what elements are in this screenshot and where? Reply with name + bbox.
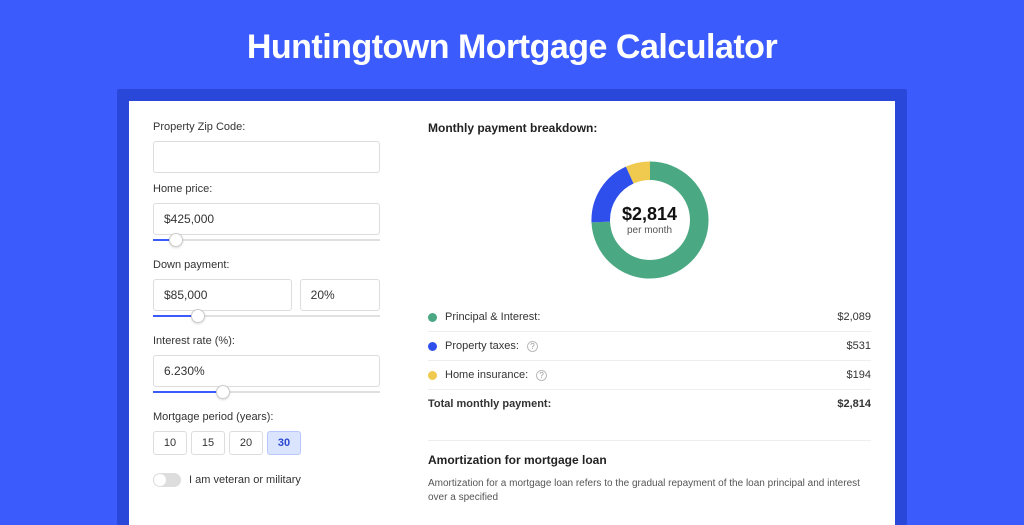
slider-thumb[interactable] [191,309,205,323]
legend-row-total: Total monthly payment: $2,814 [428,390,871,418]
price-input[interactable] [153,203,380,235]
dot-icon [428,313,437,322]
info-icon[interactable]: ? [536,370,547,381]
donut-chart: $2,814 per month [428,149,871,303]
amortization-section: Amortization for mortgage loan Amortizat… [428,440,871,505]
zip-group: Property Zip Code: [153,121,380,173]
period-btn-15[interactable]: 15 [191,431,225,455]
legend-label: Principal & Interest: [445,311,540,323]
zip-input[interactable] [153,141,380,173]
legend-row-insurance: Home insurance: ? $194 [428,361,871,390]
page-header: Huntingtown Mortgage Calculator [0,0,1024,89]
toggle-knob [154,474,166,486]
donut-amount: $2,814 [622,204,677,225]
legend-label: Home insurance: [445,369,528,381]
total-label: Total monthly payment: [428,398,551,410]
veteran-toggle[interactable] [153,473,181,487]
rate-group: Interest rate (%): [153,335,380,401]
breakdown-panel: Monthly payment breakdown: $2,814 per mo… [404,101,895,525]
period-btn-30[interactable]: 30 [267,431,301,455]
card-wrapper: Property Zip Code: Home price: Down paym… [117,89,907,525]
legend-amount: $194 [847,369,871,381]
breakdown-title: Monthly payment breakdown: [428,121,871,135]
legend-row-taxes: Property taxes: ? $531 [428,332,871,361]
slider-thumb[interactable] [169,233,183,247]
veteran-row: I am veteran or military [153,473,380,487]
legend-amount: $531 [847,340,871,352]
price-label: Home price: [153,183,380,195]
info-icon[interactable]: ? [527,341,538,352]
calculator-card: Property Zip Code: Home price: Down paym… [129,101,895,525]
rate-slider[interactable] [153,385,380,401]
legend-label: Property taxes: [445,340,519,352]
down-slider[interactable] [153,309,380,325]
page-title: Huntingtown Mortgage Calculator [0,28,1024,67]
donut-center: $2,814 per month [585,155,715,285]
inputs-panel: Property Zip Code: Home price: Down paym… [129,101,404,525]
down-label: Down payment: [153,259,380,271]
dot-icon [428,342,437,351]
down-input[interactable] [153,279,292,311]
amort-title: Amortization for mortgage loan [428,453,871,467]
price-group: Home price: [153,183,380,249]
period-label: Mortgage period (years): [153,411,380,423]
period-btn-10[interactable]: 10 [153,431,187,455]
dot-icon [428,371,437,380]
price-slider[interactable] [153,233,380,249]
slider-thumb[interactable] [216,385,230,399]
rate-label: Interest rate (%): [153,335,380,347]
zip-label: Property Zip Code: [153,121,380,133]
veteran-label: I am veteran or military [189,474,301,486]
total-amount: $2,814 [837,398,871,410]
down-pct-input[interactable] [300,279,380,311]
legend-row-pi: Principal & Interest: $2,089 [428,303,871,332]
amort-text: Amortization for a mortgage loan refers … [428,477,871,505]
period-buttons: 10 15 20 30 [153,431,380,455]
period-group: Mortgage period (years): 10 15 20 30 [153,411,380,455]
donut-sub: per month [627,225,672,236]
period-btn-20[interactable]: 20 [229,431,263,455]
legend-amount: $2,089 [837,311,871,323]
rate-input[interactable] [153,355,380,387]
down-group: Down payment: [153,259,380,325]
